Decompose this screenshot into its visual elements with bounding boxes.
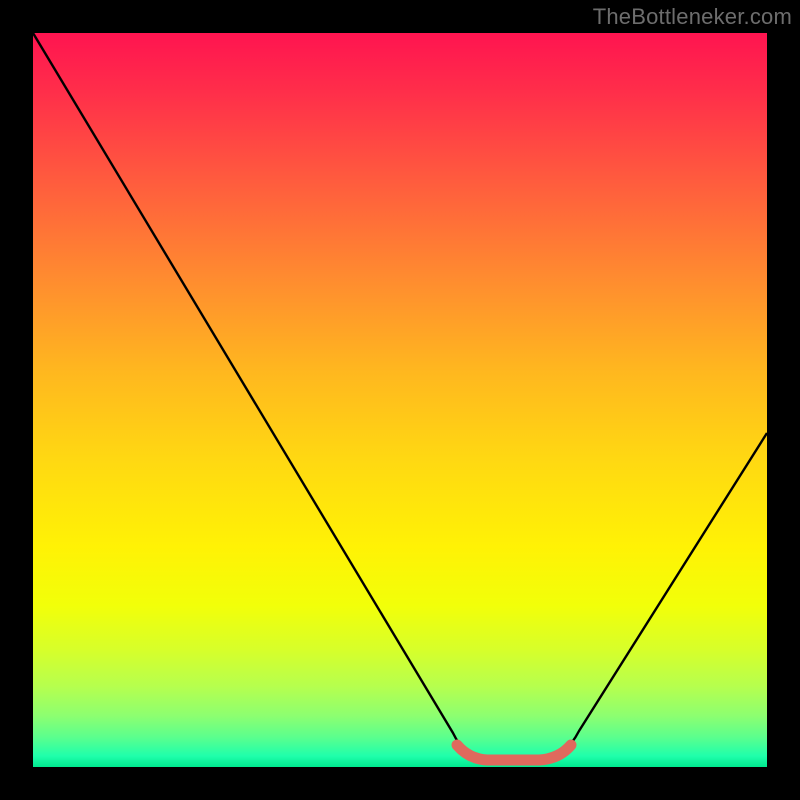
optimal-range-marker — [457, 745, 571, 760]
chart-frame: TheBottleneker.com — [0, 0, 800, 800]
bottleneck-curve — [33, 33, 767, 760]
watermark-text: TheBottleneker.com — [593, 4, 792, 30]
plot-area — [33, 33, 767, 767]
curve-layer — [33, 33, 767, 767]
